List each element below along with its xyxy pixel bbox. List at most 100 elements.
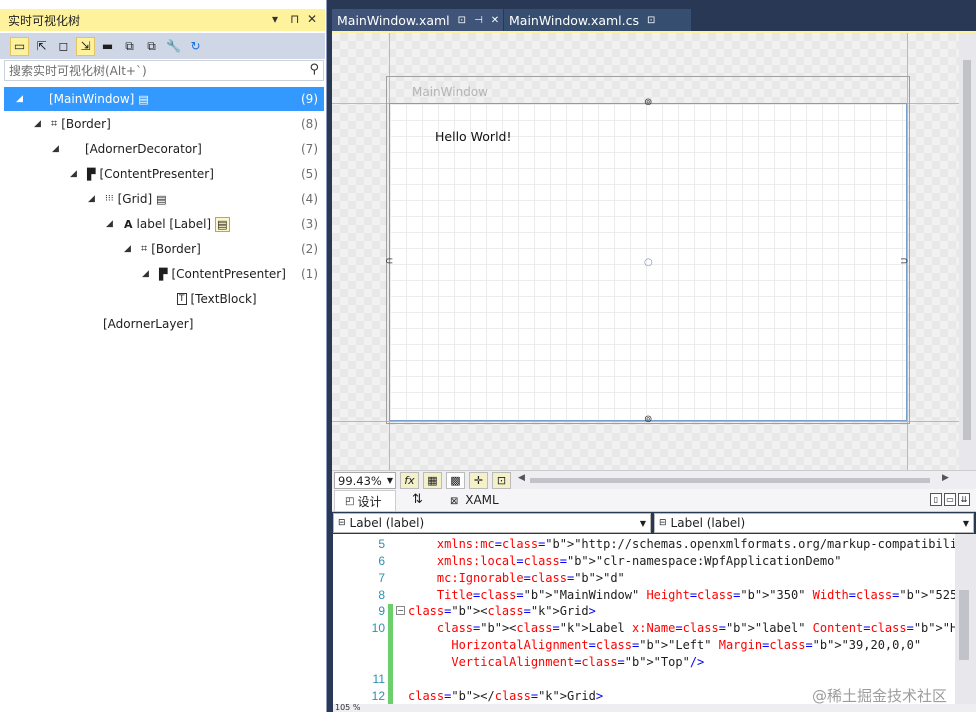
pin-icon[interactable]: ⊣: [474, 15, 483, 26]
code-line[interactable]: 7 mc:Ignorable=class="b">"d": [333, 571, 955, 588]
refresh-icon[interactable]: ↻: [186, 37, 205, 56]
artboard-icon[interactable]: ▩: [446, 472, 465, 489]
code-line[interactable]: 10 class="b"><class="k">Label x:Name=cla…: [333, 621, 955, 638]
expand-icon[interactable]: ⧉: [142, 37, 161, 56]
code-line[interactable]: HorizontalAlignment=class="b">"Left" Mar…: [333, 638, 955, 655]
collapse-triangle-icon[interactable]: ◢: [52, 144, 59, 154]
snap-gridlines-icon[interactable]: ✛: [469, 472, 488, 489]
resize-handle-right[interactable]: ⊃: [900, 257, 908, 267]
hello-world-label[interactable]: Hello World!: [435, 129, 512, 144]
design-surface[interactable]: MainWindow Hello World! ⊚ ⊚ ⊂ ⊃ ○: [332, 33, 959, 470]
code-line[interactable]: 5 xmlns:mc=class="b">"http://schemas.ope…: [333, 537, 955, 554]
settings-wrench-icon[interactable]: 🔧: [164, 37, 183, 56]
code-text: xmlns:mc=class="b">"http://schemas.openx…: [436, 537, 955, 551]
document-icon[interactable]: ▤: [138, 93, 148, 106]
code-text: class="b"><class="k">Grid>: [408, 604, 596, 618]
tree-item-adornerlayer[interactable]: [AdornerLayer]: [4, 312, 324, 336]
code-scroll-thumb[interactable]: [959, 590, 969, 660]
tab-design-label: 设计: [357, 494, 382, 509]
element-dropdown-left[interactable]: ⊟ Label (label) ▼: [333, 513, 651, 533]
tab-xaml[interactable]: ⊠ XAML: [450, 493, 499, 507]
code-text: VerticalAlignment=class="b">"Top"/>: [451, 655, 705, 669]
scroll-right-icon[interactable]: ▶: [942, 473, 949, 483]
vertical-split-icon[interactable]: ▯: [930, 493, 942, 506]
xaml-code-editor[interactable]: − 5 xmlns:mc=class="b">"http://schemas.o…: [333, 534, 955, 704]
collapse-icon[interactable]: ⧉: [120, 37, 139, 56]
tree-item-textblock[interactable]: T [TextBlock]: [4, 287, 324, 311]
code-text: HorizontalAlignment=class="b">"Left" Mar…: [451, 638, 922, 652]
collapse-triangle-icon[interactable]: ◢: [124, 244, 131, 254]
designer-horizontal-scrollbar[interactable]: [530, 478, 930, 483]
select-element-icon[interactable]: ⇱: [32, 37, 51, 56]
go-to-live-visual-tree-icon[interactable]: ▭: [10, 36, 29, 56]
contentpresenter-icon: ▛: [87, 167, 96, 181]
child-count: (1): [301, 267, 318, 281]
tree-item-label: [AdornerDecorator]: [85, 142, 202, 156]
split-view-tabs: ◰ 设计 ⇅ ⊠ XAML ▯ ▭ ⇊: [332, 489, 976, 512]
collapse-triangle-icon[interactable]: ◢: [106, 219, 113, 229]
tree-item-label-label[interactable]: ◢ A label [Label] ▤ (3): [4, 212, 324, 236]
collapse-pane-icon[interactable]: ⇊: [958, 493, 970, 506]
tree-item-border-inner[interactable]: ◢ ⌗ [Border] (2): [4, 237, 324, 261]
tree-item-label: [ContentPresenter]: [99, 167, 214, 181]
resize-handle-left[interactable]: ⊂: [385, 257, 393, 267]
scroll-left-icon[interactable]: ◀: [518, 473, 525, 483]
code-line[interactable]: 9 class="b"><class="k">Grid>: [333, 604, 955, 621]
designer-scroll-thumb[interactable]: [963, 60, 971, 440]
resize-handle-top[interactable]: ⊚: [644, 98, 652, 108]
tree-item-mainwindow[interactable]: ◢ [MainWindow] ▤ (9): [4, 87, 324, 111]
child-count: (5): [301, 167, 318, 181]
document-icon[interactable]: ▤: [215, 216, 230, 232]
code-line[interactable]: 8 Title=class="b">"MainWindow" Height=cl…: [333, 588, 955, 605]
child-count: (9): [301, 92, 318, 106]
show-just-my-xaml-icon[interactable]: ▬: [98, 37, 117, 56]
collapse-triangle-icon[interactable]: ◢: [142, 269, 149, 279]
center-point-icon: ○: [644, 257, 653, 268]
collapse-triangle-icon[interactable]: ◢: [88, 194, 95, 204]
resize-handle-bottom[interactable]: ⊚: [644, 415, 652, 425]
close-icon[interactable]: ✕: [307, 12, 317, 26]
grid-toggle-icon[interactable]: ▦: [423, 472, 442, 489]
panel-dropdown-icon[interactable]: ▾: [272, 12, 278, 26]
tree-item-contentpresenter[interactable]: ◢ ▛ [ContentPresenter] (5): [4, 162, 324, 186]
code-line[interactable]: VerticalAlignment=class="b">"Top"/>: [333, 655, 955, 672]
tree-item-adornerdecorator[interactable]: ◢ [AdornerDecorator] (7): [4, 137, 324, 161]
code-text: class="b"><class="k">Label x:Name=class=…: [436, 621, 955, 635]
tree-item-label: [ContentPresenter]: [171, 267, 286, 281]
fx-button[interactable]: fx: [400, 472, 419, 489]
child-count: (4): [301, 192, 318, 206]
display-layout-adorners-icon[interactable]: ◻: [54, 37, 73, 56]
tree-item-border[interactable]: ◢ ⌗ [Border] (8): [4, 112, 324, 136]
track-focused-element-icon[interactable]: ⇲: [76, 36, 95, 56]
search-icon[interactable]: ⚲: [309, 62, 319, 77]
child-count: (3): [301, 217, 318, 231]
chevron-down-icon: ▼: [639, 518, 646, 528]
collapse-triangle-icon[interactable]: ◢: [16, 94, 23, 104]
document-icon[interactable]: ▤: [156, 193, 166, 206]
tree-item-label: [AdornerLayer]: [103, 317, 194, 331]
collapse-triangle-icon[interactable]: ◢: [70, 169, 77, 179]
editor-zoom[interactable]: 105 %: [335, 703, 360, 712]
tree-search-input[interactable]: 搜索实时可视化树(Alt+`) ⚲: [4, 60, 324, 81]
line-number: 10: [371, 621, 385, 635]
tree-item-contentpresenter-inner[interactable]: ◢ ▛ [ContentPresenter] (1): [4, 262, 324, 286]
tab-mainwindow-xaml-cs[interactable]: MainWindow.xaml.cs ⊡: [504, 9, 691, 32]
element-dropdown-right[interactable]: ⊟ Label (label) ▼: [654, 513, 974, 533]
collapse-triangle-icon[interactable]: ◢: [34, 119, 41, 129]
line-number: 12: [371, 689, 385, 703]
swap-panes-icon[interactable]: ⇅: [412, 492, 423, 507]
tree-item-grid[interactable]: ◢ ⁝⁝⁝ [Grid] ▤ (4): [4, 187, 324, 211]
code-text: Title=class="b">"MainWindow" Height=clas…: [436, 588, 955, 602]
zoom-select[interactable]: 99.43% ▼: [334, 472, 396, 489]
tab-label: MainWindow.xaml: [337, 13, 450, 28]
tab-mainwindow-xaml[interactable]: MainWindow.xaml ⊡ ⊣ ✕: [332, 9, 503, 32]
code-line[interactable]: 6 xmlns:local=class="b">"clr-namespace:W…: [333, 554, 955, 571]
horizontal-split-icon[interactable]: ▭: [944, 493, 956, 506]
tab-design[interactable]: ◰ 设计: [334, 490, 396, 511]
element-icon: ⊟: [659, 518, 667, 528]
snap-lines-icon[interactable]: ⊡: [492, 472, 511, 489]
live-visual-tree-panel: 实时可视化树 ▾ ⊓ ✕ ▭ ⇱ ◻ ⇲ ▬ ⧉ ⧉ 🔧 ↻ 搜索实时可视化树(…: [0, 0, 327, 712]
line-number: 7: [378, 571, 385, 585]
close-icon[interactable]: ✕: [491, 15, 499, 26]
pin-icon[interactable]: ⊓: [290, 12, 299, 26]
